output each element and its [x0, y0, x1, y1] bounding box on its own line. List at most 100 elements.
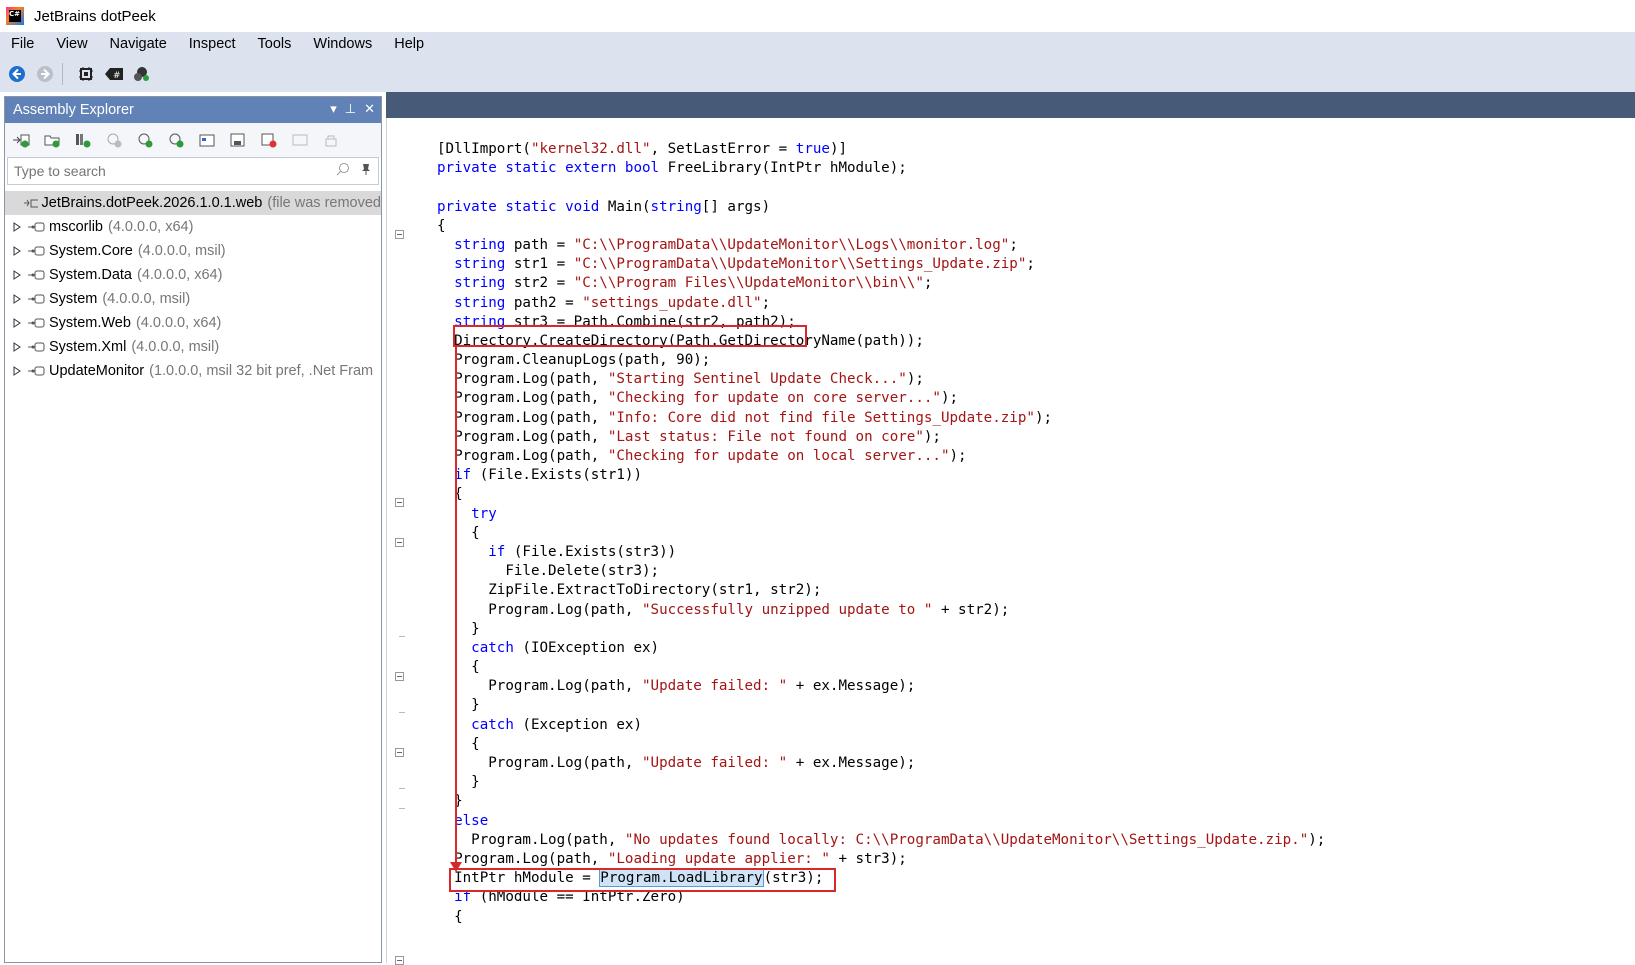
fold-toggle-icon[interactable]: [395, 956, 404, 965]
code-line: }: [437, 773, 1325, 792]
fold-toggle-icon[interactable]: [395, 498, 404, 507]
expand-arrow-icon[interactable]: [13, 342, 21, 352]
code-keyword: catch: [471, 639, 514, 656]
tree-item-system-web[interactable]: System.Web (4.0.0.0, x64): [5, 311, 381, 335]
save-list-icon[interactable]: [228, 130, 248, 150]
tree-item-system-core[interactable]: System.Core (4.0.0.0, msil): [5, 239, 381, 263]
tree-item-system-data[interactable]: System.Data (4.0.0.0, x64): [5, 263, 381, 287]
open-from-list-icon[interactable]: [135, 130, 155, 150]
code-keyword: private static void: [437, 198, 600, 215]
fold-toggle-icon[interactable]: [395, 748, 404, 757]
assembly-explorer-header: Assembly Explorer ▾ ⊥ ✕: [5, 97, 381, 123]
code-text: [] args): [701, 198, 771, 215]
code-line: string path2 = "settings_update.dll";: [437, 294, 1325, 313]
code-keyword: try: [471, 505, 497, 522]
title-bar: C# JetBrains dotPeek: [0, 0, 1635, 32]
menu-file[interactable]: File: [0, 36, 45, 52]
code-line: Program.Log(path, "Checking for update o…: [437, 447, 1325, 466]
tree-item-system[interactable]: System (4.0.0.0, msil): [5, 287, 381, 311]
forward-arrow-icon[interactable]: [34, 63, 56, 85]
collapse-all-icon[interactable]: [290, 130, 310, 150]
open-gac-icon[interactable]: [73, 130, 93, 150]
fold-end-marker: [399, 808, 405, 809]
open-assembly-icon[interactable]: [11, 130, 31, 150]
code-line: {: [437, 217, 1325, 236]
pin-search-icon[interactable]: [360, 162, 372, 181]
code-line: }: [437, 696, 1325, 715]
code-text: );: [1034, 409, 1053, 426]
code-line: {: [437, 524, 1325, 543]
open-folder-icon[interactable]: [42, 130, 62, 150]
open-nuget-icon[interactable]: [104, 130, 124, 150]
code-text: (Exception ex): [513, 716, 643, 733]
code-line: Program.Log(path, "Update failed: " + ex…: [437, 754, 1325, 773]
code-text: path2 =: [505, 294, 583, 311]
code-line: if (File.Exists(str3)): [437, 543, 1325, 562]
editor-gutter: [387, 118, 427, 965]
menu-inspect[interactable]: Inspect: [178, 36, 247, 52]
code-text: ;: [1009, 236, 1018, 253]
highlight-box-str3: [453, 325, 807, 347]
fold-toggle-icon[interactable]: [395, 538, 404, 547]
assembly-icon: [28, 294, 45, 304]
assembly-tree-icon[interactable]: [131, 63, 153, 85]
menu-tools[interactable]: Tools: [247, 36, 303, 52]
tree-item-mscorlib[interactable]: mscorlib (4.0.0.0, x64): [5, 215, 381, 239]
chip-icon[interactable]: [75, 63, 97, 85]
assembly-tree: JetBrains.dotPeek.2026.1.0.1.web (file w…: [5, 191, 381, 383]
assembly-explorer-panel: Assembly Explorer ▾ ⊥ ✕ JetBrains.dotPee…: [4, 96, 382, 963]
menu-windows[interactable]: Windows: [302, 36, 383, 52]
code-line: private static extern bool FreeLibrary(I…: [437, 159, 1325, 178]
open-process-icon[interactable]: [166, 130, 186, 150]
dropdown-icon[interactable]: ▾: [330, 101, 337, 117]
code-text: (File.Exists(str1)): [471, 467, 643, 484]
fold-toggle-icon[interactable]: [395, 230, 404, 239]
expand-arrow-icon[interactable]: [13, 246, 21, 256]
code-line: Program.Log(path, "No updates found loca…: [437, 831, 1325, 850]
csharp-file-icon[interactable]: #: [103, 63, 125, 85]
code-text: Program.Log(path,: [437, 448, 608, 464]
code-keyword: string: [454, 256, 506, 273]
code-text: path =: [505, 236, 574, 253]
code-text: str1 =: [505, 256, 574, 273]
code-line: ZipFile.ExtractToDirectory(str1, str2);: [437, 581, 1325, 600]
expand-arrow-icon[interactable]: [13, 270, 21, 280]
tree-item-updatemonitor[interactable]: UpdateMonitor (1.0.0.0, msil 32 bit pref…: [5, 359, 381, 383]
pin-icon[interactable]: ⊥: [345, 101, 356, 117]
menu-view[interactable]: View: [45, 36, 98, 52]
tree-item-dotpeek-web[interactable]: JetBrains.dotPeek.2026.1.0.1.web (file w…: [5, 191, 381, 215]
fold-toggle-icon[interactable]: [395, 672, 404, 681]
code-text: ;: [923, 275, 933, 292]
assembly-icon: [28, 270, 45, 280]
lock-icon[interactable]: [321, 130, 341, 150]
code-text: ;: [761, 294, 771, 311]
menu-bar: File View Navigate Inspect Tools Windows…: [0, 32, 1635, 57]
code-string: "Info: Core did not find file Settings_U…: [607, 409, 1035, 426]
clear-list-icon[interactable]: [259, 130, 279, 150]
expand-arrow-icon[interactable]: [13, 318, 21, 328]
code-text: + ex.Message);: [787, 755, 916, 771]
search-icon[interactable]: [336, 162, 350, 181]
close-icon[interactable]: ✕: [364, 101, 375, 117]
tree-item-system-xml[interactable]: System.Xml (4.0.0.0, msil): [5, 335, 381, 359]
code-string: "C:\\ProgramData\\UpdateMonitor\\Setting…: [573, 256, 1027, 273]
code-line: Program.Log(path, "Last status: File not…: [437, 428, 1325, 447]
menu-navigate[interactable]: Navigate: [99, 36, 178, 52]
assembly-list-icon[interactable]: [197, 130, 217, 150]
search-input[interactable]: [8, 162, 316, 180]
code-line: string path = "C:\\ProgramData\\UpdateMo…: [437, 236, 1325, 255]
menu-help[interactable]: Help: [383, 36, 435, 52]
code-line: }: [437, 620, 1325, 639]
expand-arrow-icon[interactable]: [13, 366, 21, 376]
expand-arrow-icon[interactable]: [13, 294, 21, 304]
back-arrow-icon[interactable]: [6, 63, 28, 85]
code-keyword: catch: [471, 716, 514, 733]
code-text: }: [437, 620, 480, 637]
code-text: str2 =: [505, 275, 574, 292]
code-text: FreeLibrary(IntPtr hModule);: [659, 160, 907, 177]
code-text: Program.CleanupLogs(path, 90);: [437, 352, 711, 369]
code-editor[interactable]: [DllImport("kernel32.dll", SetLastError …: [386, 118, 1635, 965]
expand-arrow-icon[interactable]: [13, 222, 21, 232]
